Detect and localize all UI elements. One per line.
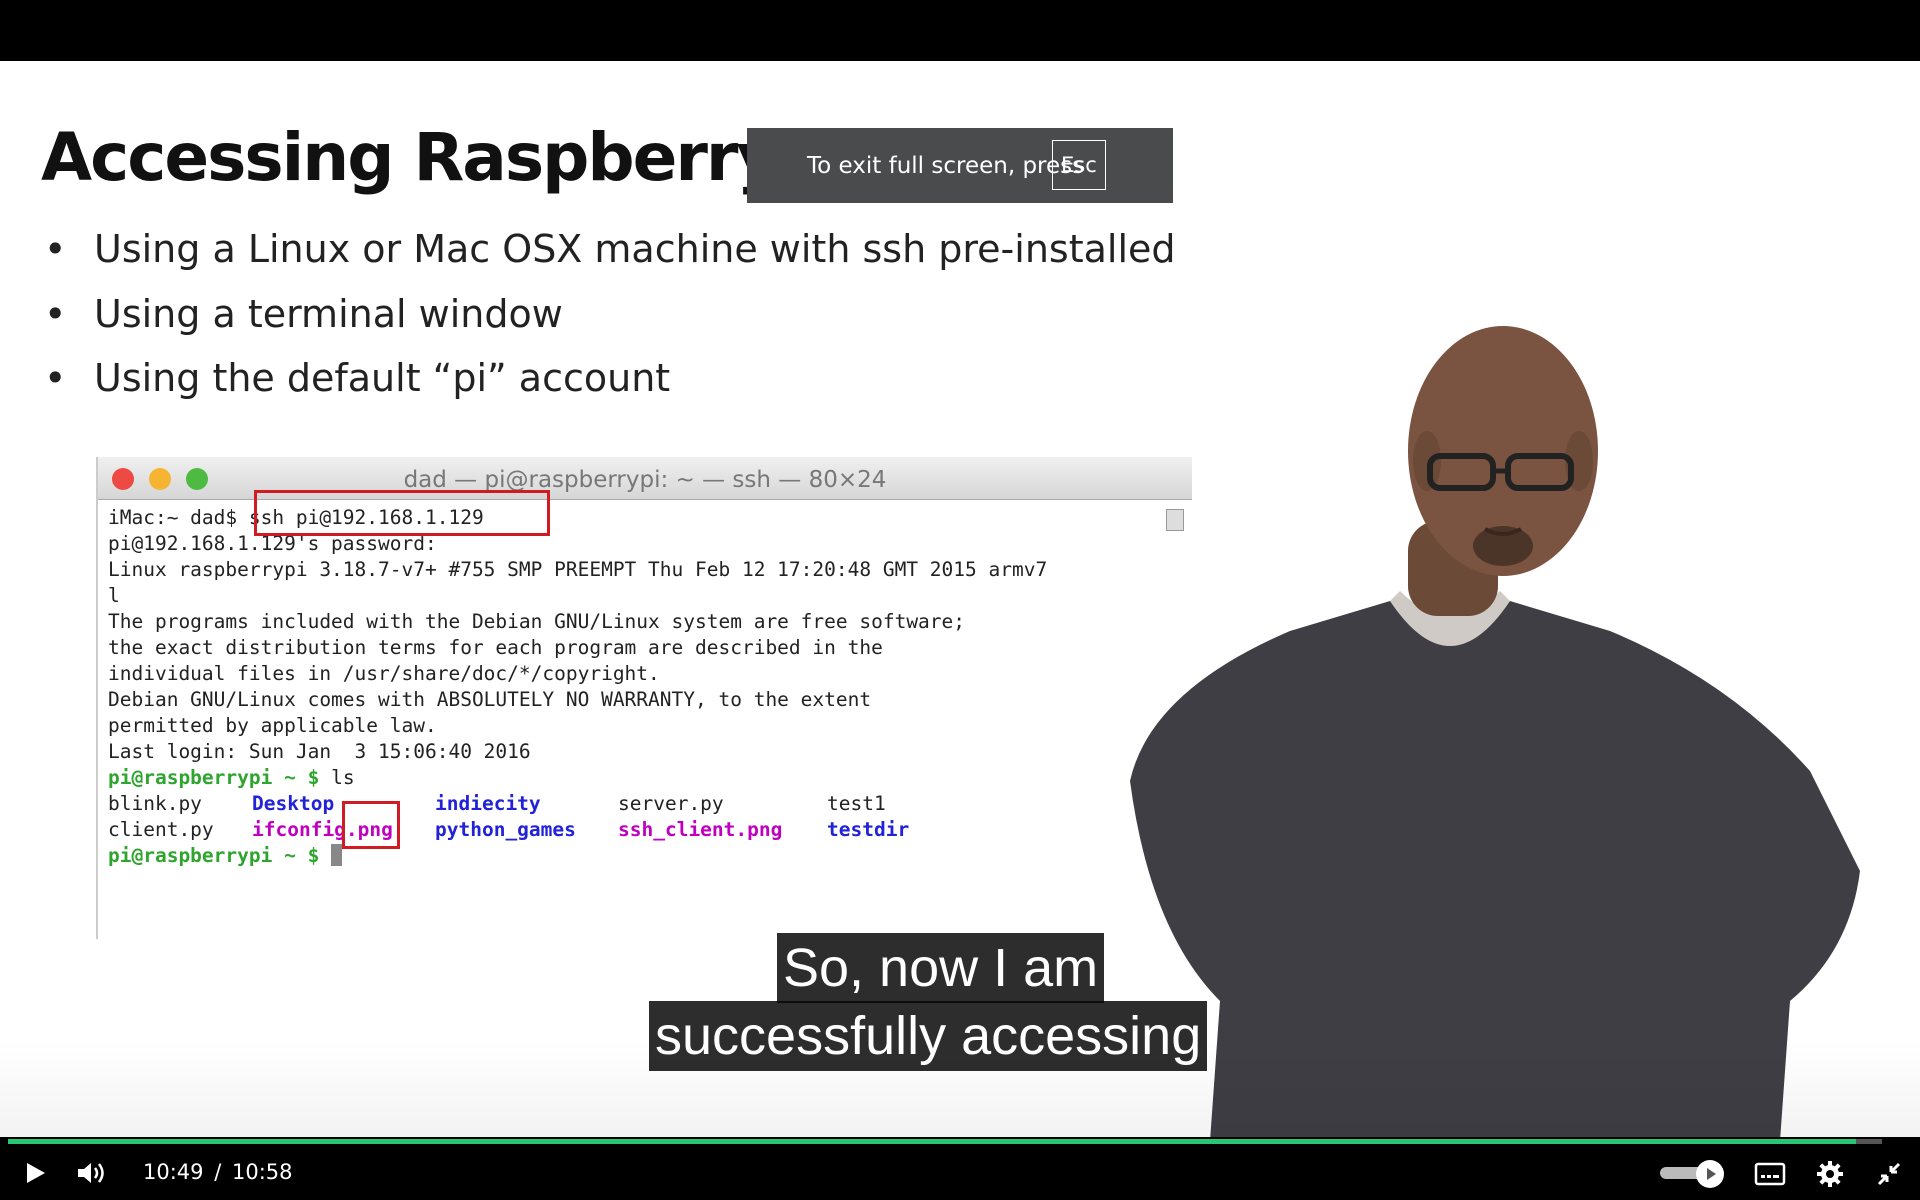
progress-bar[interactable]	[8, 1139, 1882, 1144]
file-entry: client.py	[108, 818, 214, 841]
settings-icon[interactable]	[1816, 1160, 1844, 1188]
terminal-line: l	[108, 584, 120, 607]
shell-prompt: pi@raspberrypi ~ $	[108, 844, 320, 867]
volume-knob[interactable]	[1696, 1160, 1724, 1188]
bullet-text: Using the default “pi” account	[94, 356, 671, 400]
play-small-icon	[1707, 1168, 1716, 1180]
shell-command: ls	[331, 766, 355, 789]
duration: 10:58	[231, 1160, 293, 1184]
bullet-text: Using a terminal window	[94, 292, 563, 336]
play-icon[interactable]	[22, 1160, 48, 1186]
image-entry: ssh_client.png	[618, 818, 783, 841]
dir-entry: python_games	[435, 818, 576, 841]
caption-line: So, now I am	[777, 933, 1105, 1003]
bullet-item: • Using a Linux or Mac OSX machine with s…	[44, 227, 1176, 271]
terminal-line: Debian GNU/Linux comes with ABSOLUTELY N…	[108, 688, 872, 711]
terminal-prompt-line: pi@raspberrypi ~ $	[108, 843, 1047, 869]
controls-gradient	[0, 1040, 1920, 1140]
terminal-prompt-line: pi@raspberrypi ~ $ ls	[108, 765, 1047, 791]
terminal-line: Linux raspberrypi 3.18.7-v7+ #755 SMP PR…	[108, 558, 1048, 581]
terminal-line: individual files in /usr/share/doc/*/cop…	[108, 662, 660, 685]
shell-prompt: pi@raspberrypi ~ $	[108, 766, 320, 789]
fullscreen-notice-text: To exit full screen, press	[807, 153, 1085, 179]
file-entry: blink.py	[108, 792, 202, 815]
time-separator: /	[214, 1160, 222, 1184]
exit-fullscreen-icon[interactable]	[1876, 1161, 1902, 1187]
subtitles-icon[interactable]	[1754, 1162, 1786, 1186]
terminal-line: iMac:~ dad$ ssh pi@192.168.1.129	[108, 506, 484, 529]
terminal-line: The programs included with the Debian GN…	[108, 610, 966, 633]
dir-entry: indiecity	[435, 792, 541, 815]
highlight-box	[342, 801, 400, 849]
cursor-icon	[331, 844, 343, 866]
terminal-screenshot: dad — pi@raspberrypi: ~ — ssh — 80×24 iM…	[96, 457, 1192, 939]
terminal-line: permitted by applicable law.	[108, 714, 437, 737]
bullet-item: • Using the default “pi” account	[44, 356, 671, 400]
highlight-box	[254, 490, 550, 536]
file-entry: server.py	[618, 792, 724, 815]
terminal-line: pi@192.168.1.129's password:	[108, 532, 437, 555]
file-entry: test1	[827, 792, 886, 815]
progress-fill	[8, 1139, 1856, 1144]
volume-icon[interactable]	[76, 1160, 108, 1186]
bullet-item: • Using a terminal window	[44, 292, 563, 336]
fullscreen-notice: To exit full screen, press Esc	[747, 128, 1173, 203]
terminal-line: Last login: Sun Jan 3 15:06:40 2016	[108, 740, 531, 763]
esc-key-badge: Esc	[1052, 140, 1106, 190]
terminal-line: the exact distribution terms for each pr…	[108, 636, 883, 659]
file-row: client.py ifconfig.png python_games ssh_cli…	[108, 817, 1047, 843]
current-time: 10:49	[143, 1160, 204, 1184]
time-display: 10:49 / 10:58	[143, 1160, 293, 1184]
bullet-text: Using a Linux or Mac OSX machine with ss…	[94, 227, 1176, 271]
dir-entry: testdir	[827, 818, 910, 841]
terminal-output: iMac:~ dad$ ssh pi@192.168.1.129 pi@192.1…	[108, 505, 1047, 869]
video-frame[interactable]: Accessing Raspberry Pi w/ SSH • Using a L…	[0, 61, 1920, 1137]
file-row: blink.py Desktop indiecity server.py test1	[108, 791, 1047, 817]
